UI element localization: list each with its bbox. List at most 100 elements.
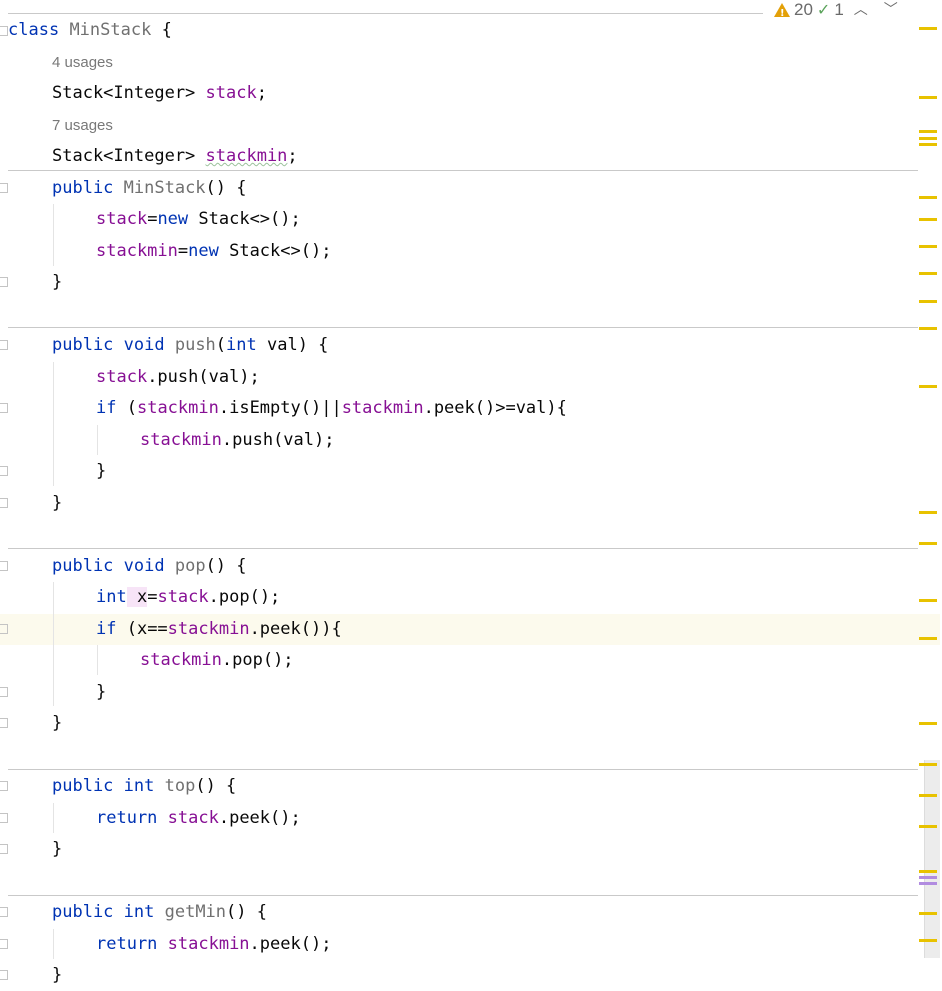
warning-marker[interactable] xyxy=(919,327,937,330)
fold-icon[interactable] xyxy=(0,183,8,193)
indent-guide xyxy=(53,929,54,959)
vertical-scrollbar[interactable] xyxy=(924,760,940,958)
warning-marker[interactable] xyxy=(919,196,937,199)
code-line[interactable]: public int getMin() { xyxy=(52,897,942,928)
code-line[interactable]: stackmin=new Stack<>(); xyxy=(96,236,942,267)
warning-marker[interactable] xyxy=(919,300,937,303)
code-line[interactable]: Stack<Integer> stackmin; xyxy=(52,141,942,172)
warning-marker[interactable] xyxy=(919,912,937,915)
fold-icon[interactable] xyxy=(0,939,8,949)
warning-marker[interactable] xyxy=(919,143,937,146)
code-line[interactable]: if (stackmin.isEmpty()||stackmin.peek()>… xyxy=(96,393,942,424)
code-line[interactable]: } xyxy=(96,677,942,708)
fold-icon[interactable] xyxy=(0,26,8,36)
fold-icon[interactable] xyxy=(0,277,8,287)
code-line[interactable]: public int top() { xyxy=(52,771,942,802)
keyword: return xyxy=(96,934,168,954)
code-text: .peek(); xyxy=(249,934,332,954)
fold-icon[interactable] xyxy=(0,970,8,980)
keyword: if xyxy=(96,619,117,639)
warning-marker[interactable] xyxy=(919,385,937,388)
code-text: .peek(); xyxy=(218,808,301,828)
method-separator xyxy=(8,548,918,549)
fold-icon[interactable] xyxy=(0,340,8,350)
warning-marker[interactable] xyxy=(919,137,937,140)
code-text: .peek()){ xyxy=(249,619,342,639)
warning-marker[interactable] xyxy=(919,542,937,545)
method-name: getMin xyxy=(164,902,227,922)
code-line[interactable]: } xyxy=(52,960,942,991)
warning-marker[interactable] xyxy=(919,722,937,725)
field-name: stackmin xyxy=(167,934,250,954)
typo-marker[interactable] xyxy=(919,882,937,885)
warning-marker[interactable] xyxy=(919,599,937,602)
code-line[interactable]: } xyxy=(52,267,942,298)
code-line[interactable]: return stackmin.peek(); xyxy=(96,929,942,960)
fold-icon[interactable] xyxy=(0,844,8,854)
fold-icon[interactable] xyxy=(0,687,8,697)
code-text: .peek()>=val){ xyxy=(423,398,567,418)
fold-icon[interactable] xyxy=(0,403,8,413)
closing-brace: } xyxy=(52,839,63,859)
usages-hint[interactable]: 4 usages xyxy=(52,47,113,78)
warning-marker[interactable] xyxy=(919,96,937,99)
fold-icon[interactable] xyxy=(0,907,8,917)
warning-marker[interactable] xyxy=(919,637,937,640)
keyword: void xyxy=(123,556,175,576)
usages-hint[interactable]: 7 usages xyxy=(52,110,113,141)
field-name: stackmin xyxy=(140,430,222,450)
current-code-line[interactable]: if (x==stackmin.peek()){ xyxy=(0,614,940,645)
code-line[interactable]: stackmin.pop(); xyxy=(140,645,942,676)
method-separator xyxy=(8,895,918,896)
code-line[interactable]: } xyxy=(96,456,942,487)
closing-brace: } xyxy=(52,272,63,292)
method-separator xyxy=(8,327,918,328)
warning-marker[interactable] xyxy=(919,130,937,133)
warning-marker[interactable] xyxy=(919,870,937,873)
fold-icon[interactable] xyxy=(0,498,8,508)
warning-marker[interactable] xyxy=(919,763,937,766)
code-text: () { xyxy=(226,902,267,922)
code-line[interactable]: return stack.peek(); xyxy=(96,803,942,834)
code-line[interactable]: Stack<Integer> stack; xyxy=(52,78,942,109)
warning-marker[interactable] xyxy=(919,218,937,221)
fold-icon[interactable] xyxy=(0,781,8,791)
closing-brace: } xyxy=(52,493,63,513)
fold-icon[interactable] xyxy=(0,624,8,634)
code-editor[interactable]: 20 ✓ 1 ︿ ﹀ class MinStack { 4 usages Sta… xyxy=(0,0,942,990)
closing-brace: } xyxy=(52,713,63,733)
warning-marker[interactable] xyxy=(919,272,937,275)
code-line[interactable]: int x=stack.pop(); xyxy=(96,582,942,613)
keyword: public xyxy=(52,902,124,922)
code-text: .isEmpty()|| xyxy=(218,398,342,418)
code-line[interactable]: public void pop() { xyxy=(52,551,942,582)
method-name: push xyxy=(174,335,216,355)
fold-icon[interactable] xyxy=(0,561,8,571)
warning-marker[interactable] xyxy=(919,511,937,514)
typo-marker[interactable] xyxy=(919,876,937,879)
warning-marker[interactable] xyxy=(919,825,937,828)
keyword: return xyxy=(96,808,168,828)
field-name: stackmin xyxy=(205,146,288,166)
code-line[interactable]: } xyxy=(52,488,942,519)
code-text: (x== xyxy=(116,619,168,639)
code-line[interactable]: public MinStack() { xyxy=(52,173,942,204)
field-name: stackmin xyxy=(167,619,250,639)
keyword: public xyxy=(52,335,124,355)
code-line[interactable]: stackmin.push(val); xyxy=(140,425,942,456)
method-separator xyxy=(8,13,763,14)
warning-marker[interactable] xyxy=(919,245,937,248)
code-line[interactable]: } xyxy=(52,708,942,739)
code-line[interactable]: stack.push(val); xyxy=(96,362,942,393)
warning-marker[interactable] xyxy=(919,794,937,797)
code-line[interactable]: } xyxy=(52,834,942,865)
fold-icon[interactable] xyxy=(0,813,8,823)
code-text: { xyxy=(151,20,172,40)
fold-icon[interactable] xyxy=(0,718,8,728)
warning-marker[interactable] xyxy=(919,939,937,942)
fold-icon[interactable] xyxy=(0,466,8,476)
code-line[interactable]: public void push(int val) { xyxy=(52,330,942,361)
code-line[interactable]: stack=new Stack<>(); xyxy=(96,204,942,235)
warning-marker[interactable] xyxy=(919,27,937,30)
code-line[interactable]: class MinStack { xyxy=(8,15,926,46)
